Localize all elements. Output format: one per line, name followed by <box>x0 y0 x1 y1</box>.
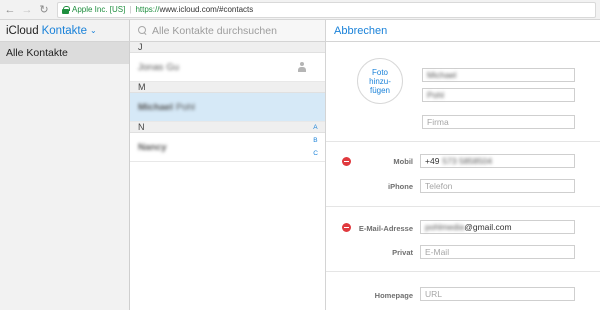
phone-placeholder: Telefon <box>425 181 453 191</box>
phone-field[interactable]: Telefon <box>420 179 575 193</box>
add-photo-button[interactable]: Foto hinzu- fügen <box>357 58 403 104</box>
contact-first-name: Nancy <box>138 141 167 153</box>
app-header: iCloud Kontakte ⌄ Abbrechen <box>0 20 600 42</box>
group-item-all-contacts[interactable]: Alle Kontakte <box>0 42 129 64</box>
index-letter[interactable]: C <box>313 147 318 160</box>
chevron-down-icon[interactable]: ⌄ <box>90 26 97 35</box>
first-name-field[interactable]: Michael <box>422 68 575 82</box>
reload-icon[interactable]: ↻ <box>37 3 51 17</box>
photo-label: Foto <box>371 67 388 77</box>
contact-last-name: Gu <box>166 61 180 73</box>
first-name-value: Michael <box>427 70 457 80</box>
divider <box>326 206 600 207</box>
address-bar[interactable]: Apple Inc. [US] | https:// www.icloud.co… <box>57 1 596 18</box>
url-separator: | <box>129 5 132 14</box>
url-placeholder: URL <box>425 289 443 299</box>
email-local: pohlmedia <box>425 222 465 232</box>
person-icon <box>297 62 307 73</box>
divider <box>326 141 600 142</box>
contact-row-selected[interactable]: Michael Pohl <box>130 93 325 122</box>
company-placeholder: Firma <box>427 117 449 127</box>
lock-icon <box>62 5 70 14</box>
url-field[interactable]: URL <box>420 287 575 301</box>
mobile-field[interactable]: +49 573 5858504 <box>420 154 575 168</box>
photo-label: hinzu- <box>369 76 391 86</box>
forward-arrow-icon[interactable]: → <box>20 3 34 17</box>
url-scheme: https:// <box>135 5 160 14</box>
divider <box>326 271 600 272</box>
search-bar <box>130 20 326 42</box>
app-switcher[interactable]: iCloud Kontakte ⌄ <box>0 20 130 42</box>
alphabet-index: A B C <box>313 121 318 160</box>
email-label[interactable]: E-Mail-Adresse <box>346 224 413 233</box>
remove-mobile-button[interactable] <box>342 157 351 166</box>
contact-row[interactable]: Nancy <box>130 133 325 162</box>
homepage-label[interactable]: Homepage <box>356 291 413 300</box>
brand-label: iCloud <box>6 24 39 37</box>
email-field[interactable]: pohlmedia @gmail.com <box>420 220 575 234</box>
contact-list: J Jonas Gu M Michael Pohl N Nancy A B C <box>130 42 326 310</box>
index-letter[interactable]: B <box>313 134 318 147</box>
app-name[interactable]: Kontakte <box>42 25 87 37</box>
url-text: www.icloud.com/#contacts <box>159 5 254 14</box>
contact-row[interactable]: Jonas Gu <box>130 53 325 82</box>
search-input[interactable] <box>152 24 322 37</box>
email-placeholder: E-Mail <box>425 247 450 257</box>
cancel-button[interactable]: Abbrechen <box>334 25 387 37</box>
detail-header: Abbrechen <box>326 20 600 42</box>
photo-label: fügen <box>369 85 390 95</box>
group-item-label: Alle Kontakte <box>6 47 68 59</box>
mobile-label[interactable]: Mobil <box>366 157 413 166</box>
company-field[interactable]: Firma <box>422 115 575 129</box>
browser-toolbar: ← → ↻ Apple Inc. [US] | https:// www.icl… <box>0 0 600 20</box>
contact-edit-pane: Foto hinzu- fügen Michael Pohl Firma Mob… <box>326 42 600 310</box>
mobile-prefix: +49 <box>425 156 440 166</box>
groups-sidebar: Alle Kontakte <box>0 42 130 310</box>
search-icon <box>138 26 147 35</box>
email-domain: @gmail.com <box>464 222 512 232</box>
index-letter[interactable]: A <box>313 121 318 134</box>
mobile-value: 573 5858504 <box>442 156 493 166</box>
back-arrow-icon[interactable]: ← <box>3 3 17 17</box>
certificate-owner: Apple Inc. [US] <box>72 5 126 14</box>
section-header-m: M <box>130 82 325 93</box>
contact-last-name: Pohl <box>175 101 195 113</box>
section-header-n: N <box>130 122 325 133</box>
private-email-field[interactable]: E-Mail <box>420 245 575 259</box>
last-name-value: Pohl <box>427 90 445 100</box>
private-label[interactable]: Privat <box>366 248 413 257</box>
iphone-label[interactable]: iPhone <box>366 182 413 191</box>
contact-first-name: Michael <box>138 101 173 113</box>
contact-first-name: Jonas <box>138 61 164 73</box>
section-header-j: J <box>130 42 325 53</box>
last-name-field[interactable]: Pohl <box>422 88 575 102</box>
